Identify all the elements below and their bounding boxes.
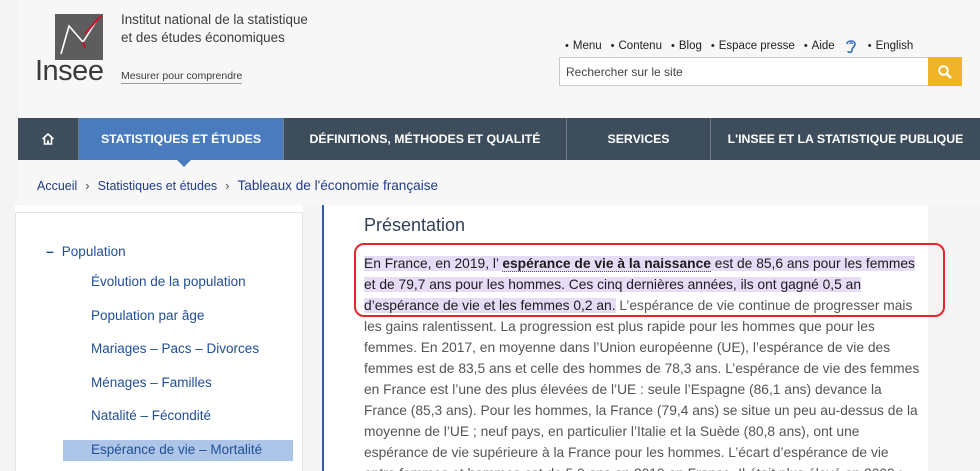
bullet-icon: • (610, 40, 615, 52)
nav-services[interactable]: SERVICES (567, 118, 711, 160)
breadcrumb-accueil[interactable]: Accueil (37, 179, 77, 193)
collapse-minus-icon: – (46, 243, 54, 259)
nav-label: SERVICES (607, 132, 670, 146)
bullet-icon: • (670, 40, 675, 52)
util-label: Espace presse (718, 40, 795, 52)
search-input[interactable]: Rechercher sur le site (559, 57, 929, 86)
util-item-english[interactable]: • English (868, 40, 914, 52)
home-icon (41, 132, 55, 145)
nav-label: DÉFINITIONS, MÉTHODES ET QUALITÉ (309, 132, 541, 146)
util-label: Contenu (618, 40, 662, 52)
bullet-icon: • (867, 40, 872, 52)
insee-logo-icon[interactable] (55, 14, 103, 60)
nav-label: STATISTIQUES ET ÉTUDES (100, 132, 262, 146)
util-item-aide[interactable]: • Aide (804, 40, 835, 52)
page-gutter (303, 205, 323, 471)
nav-definitions[interactable]: DÉFINITIONS, MÉTHODES ET QUALITÉ (284, 118, 567, 160)
nav-insee-statistique-publique[interactable]: L'INSEE ET LA STATISTIQUE PUBLIQUE (711, 118, 980, 160)
institute-name-line1: Institut national de la statistique (121, 12, 308, 27)
breadcrumb: Accueil › Statistiques et études › Table… (37, 178, 438, 193)
util-label: Menu (572, 40, 602, 52)
logo-word[interactable]: Insee (35, 55, 104, 88)
nav-label: L'INSEE ET LA STATISTIQUE PUBLIQUE (727, 132, 964, 146)
sidebar-section-label: Population (61, 243, 126, 259)
sidebar-item-mariages[interactable]: Mariages – Pacs – Divorces (91, 341, 259, 356)
sidebar-item-menages[interactable]: Ménages – Familles (91, 375, 212, 390)
util-item-blog[interactable]: • Blog (671, 40, 702, 52)
sidebar-item-evolution[interactable]: Évolution de la population (91, 274, 246, 289)
util-label: Blog (678, 40, 702, 52)
paragraph-body: L’espérance de vie continue de progresse… (364, 298, 920, 471)
bullet-icon: • (803, 40, 808, 52)
page-margin (0, 205, 15, 471)
utility-nav: • Menu • Contenu • Blog • Espace presse • Aid… (565, 38, 922, 54)
institute-name-line2: et des études économiques (121, 30, 285, 45)
main-nav: STATISTIQUES ET ÉTUDES DÉFINITIONS, MÉTH… (18, 118, 980, 167)
bullet-icon: • (565, 40, 569, 52)
tagline-link[interactable]: Mesurer pour comprendre (121, 70, 243, 84)
content-divider (322, 205, 324, 471)
bullet-icon: • (710, 40, 715, 52)
util-label: English (875, 40, 914, 52)
page-title: Présentation (364, 215, 466, 235)
nav-statistiques-etudes[interactable]: STATISTIQUES ET ÉTUDES (79, 118, 284, 167)
breadcrumb-statistiques[interactable]: Statistiques et études (98, 179, 218, 193)
accessibility-ear-icon[interactable] (844, 38, 858, 54)
search-icon (938, 64, 952, 79)
breadcrumb-current[interactable]: Tableaux de l'économie française (238, 178, 439, 193)
active-caret-icon (177, 160, 191, 167)
sidebar-section-population[interactable]: – Population (46, 243, 126, 259)
util-label: Aide (811, 40, 835, 52)
annotation-box (354, 243, 945, 317)
search-button[interactable] (928, 57, 962, 86)
util-item-contenu[interactable]: • Contenu (611, 40, 662, 52)
sidebar-item-esperance-vie[interactable]: Espérance de vie – Mortalité (63, 440, 293, 461)
chevron-right-icon: › (85, 178, 90, 193)
sidebar-item-population-age[interactable]: Population par âge (91, 308, 204, 323)
util-item-espace-presse[interactable]: • Espace presse (711, 40, 795, 52)
util-item-menu[interactable]: • Menu (565, 40, 602, 52)
sidebar-item-natalite[interactable]: Natalité – Fécondité (91, 408, 211, 423)
chevron-right-icon: › (225, 178, 230, 193)
nav-home-button[interactable] (18, 118, 79, 160)
